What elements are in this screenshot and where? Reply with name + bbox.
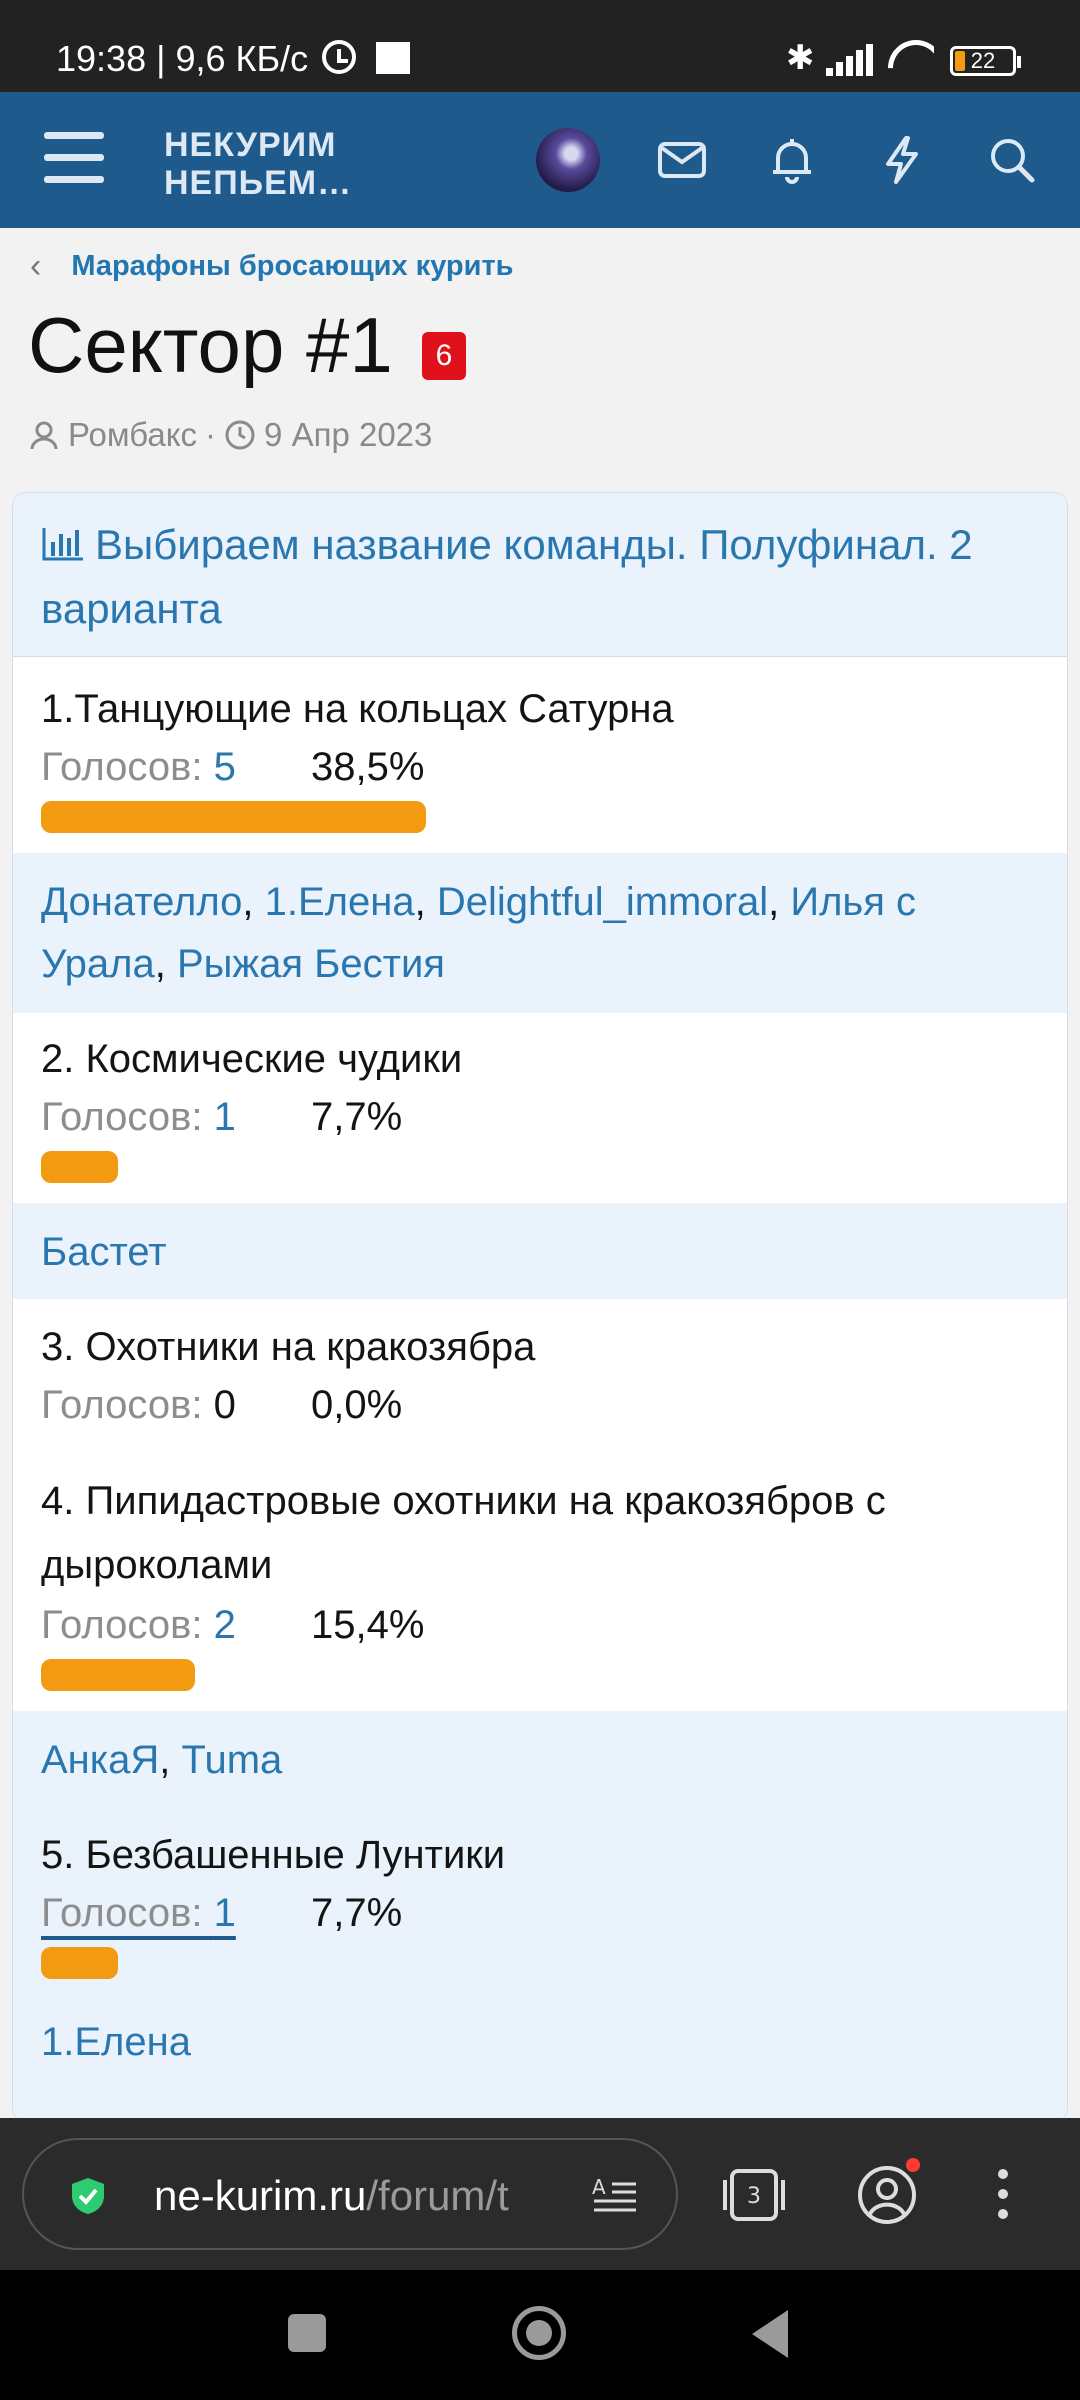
search-icon[interactable] <box>984 132 1040 188</box>
bar-chart-icon <box>42 528 83 561</box>
votes-number[interactable]: 5 <box>214 745 236 789</box>
svg-text:A: A <box>592 2175 606 2199</box>
vote-percent-4: 15,4% <box>311 1603 425 1647</box>
voters-list-5: 1.Елена <box>13 2001 1067 2095</box>
poll-option-1: 1.Танцующие на кольцах Сатурна <box>41 687 674 731</box>
thread-meta: Ромбакс · 9 Апр 2023 <box>28 416 432 454</box>
vote-bar-1 <box>41 801 426 833</box>
site-logo[interactable]: НЕКУРИМ НЕПЬЕМ… <box>164 126 352 202</box>
voter-link[interactable]: АнкаЯ <box>41 1738 159 1782</box>
reader-mode-icon[interactable]: A <box>590 2174 640 2218</box>
vote-percent-1: 38,5% <box>311 745 425 789</box>
url-path: /forum/t <box>366 2172 509 2219</box>
thread-author[interactable]: Ромбакс <box>68 416 197 454</box>
votes-label: Голосов: <box>41 745 203 789</box>
vote-percent-2: 7,7% <box>311 1095 403 1139</box>
system-nav-bar <box>0 2270 1080 2400</box>
poll-block: Выбираем название команды. Полуфинал. 2 … <box>12 492 1068 2122</box>
votes-count-1[interactable]: Голосов: 5 <box>41 743 236 791</box>
clock-icon <box>225 420 255 450</box>
votes-count-3: Голосов: 0 <box>41 1381 236 1429</box>
breadcrumb-link[interactable]: Марафоны бросающих курить <box>71 250 513 283</box>
url-text[interactable]: ne-kurim.ru/forum/t <box>154 2172 574 2220</box>
votes-number[interactable]: 1 <box>214 1891 236 1935</box>
account-icon[interactable] <box>856 2164 918 2226</box>
status-badge[interactable]: 6 <box>422 332 466 380</box>
home-button[interactable] <box>512 2306 566 2360</box>
voter-separator: , <box>242 880 265 924</box>
voter-link[interactable]: 1.Елена <box>265 880 415 924</box>
poll-option-4: 4. Пипидастровые охотники на кракозябров… <box>41 1479 886 1587</box>
voter-link[interactable]: Tuma <box>182 1738 283 1782</box>
back-button[interactable] <box>752 2310 788 2358</box>
vote-percent-3: 0,0% <box>311 1383 403 1427</box>
battery-level: 22 <box>970 48 996 73</box>
chevron-left-icon[interactable]: ‹ <box>30 247 41 286</box>
voter-link[interactable]: Delightful_immoral <box>437 880 768 924</box>
notification-icon <box>376 42 410 74</box>
inbox-icon[interactable] <box>654 132 710 188</box>
thread-date[interactable]: 9 Апр 2023 <box>264 416 432 454</box>
url-host: ne-kurim.ru <box>154 2172 367 2219</box>
voter-link[interactable]: 1.Елена <box>41 2020 191 2064</box>
voter-separator: , <box>768 880 791 924</box>
lightning-icon[interactable] <box>874 132 930 188</box>
vote-percent-5: 7,7% <box>311 1891 403 1935</box>
voter-link[interactable]: Донателло <box>41 880 242 924</box>
votes-label: Голосов: <box>41 1383 203 1427</box>
browser-toolbar: ne-kurim.ru/forum/t A 3 <box>0 2118 1080 2270</box>
tab-count: 3 <box>747 2184 761 2209</box>
votes-label: Голосов: <box>41 1095 203 1139</box>
status-time: 19:38 | 9,6 КБ/с <box>56 38 309 79</box>
votes-count-4[interactable]: Голосов: 2 <box>41 1601 236 1649</box>
votes-number[interactable]: 1 <box>214 1095 236 1139</box>
voter-separator: , <box>154 942 177 986</box>
poll-header: Выбираем название команды. Полуфинал. 2 … <box>13 493 1067 657</box>
notification-dot <box>906 2158 920 2172</box>
vote-bar-5 <box>41 1947 118 1979</box>
voters-list-1: Донателло, 1.Елена, Delightful_immoral, … <box>13 853 1067 1013</box>
voter-link[interactable]: Рыжая Бестия <box>177 942 445 986</box>
votes-count-5[interactable]: Голосов: 1 <box>41 1889 236 1937</box>
forum-header: НЕКУРИМ НЕПЬЕМ… <box>0 92 1080 228</box>
tabs-icon[interactable]: 3 <box>722 2168 786 2222</box>
votes-label: Голосов: <box>41 1603 203 1647</box>
battery-icon: 22 <box>950 46 1021 76</box>
voter-separator: , <box>414 880 437 924</box>
votes-label: Голосов: <box>41 1891 203 1935</box>
bell-icon[interactable] <box>764 132 820 188</box>
logo-line-1: НЕКУРИМ <box>164 126 337 164</box>
wifi-icon <box>888 40 934 76</box>
avatar[interactable] <box>536 128 600 192</box>
voter-link[interactable]: Бастет <box>41 1230 167 1274</box>
voters-list-2: Бастет <box>13 1203 1067 1299</box>
recents-button[interactable] <box>288 2314 326 2352</box>
signal-icon <box>826 44 876 76</box>
page-title: Сектор #1 <box>28 301 393 389</box>
votes-count-2[interactable]: Голосов: 1 <box>41 1093 236 1141</box>
poll-option-5: 5. Безбашенные Лунтики <box>41 1833 506 1877</box>
user-icon <box>30 421 58 450</box>
breadcrumb[interactable]: ‹ Марафоны бросающих курить <box>30 246 514 286</box>
votes-number[interactable]: 2 <box>214 1603 236 1647</box>
alarm-icon <box>322 40 356 74</box>
address-bar[interactable]: ne-kurim.ru/forum/t A <box>22 2138 678 2250</box>
status-bar: 19:38 | 9,6 КБ/с ✱ 22 <box>0 0 1080 92</box>
more-vert-icon[interactable] <box>996 2166 1010 2222</box>
vote-bar-4 <box>41 1659 195 1691</box>
logo-line-2: НЕПЬЕМ… <box>164 164 353 202</box>
bluetooth-icon: ✱ <box>786 39 815 77</box>
poll-option-3: 3. Охотники на кракозябра <box>41 1325 536 1369</box>
voter-separator: , <box>159 1738 182 1782</box>
votes-number: 0 <box>213 1383 236 1427</box>
poll-title: Выбираем название команды. Полуфинал. 2 … <box>41 513 1041 641</box>
poll-option-2: 2. Космические чудики <box>41 1037 463 1081</box>
vote-bar-2 <box>41 1151 118 1183</box>
shield-icon[interactable] <box>68 2176 108 2216</box>
meta-separator: · <box>205 416 217 453</box>
poll-title-text: Выбираем название команды. Полуфинал. 2 … <box>41 521 973 632</box>
menu-icon[interactable] <box>44 132 104 184</box>
